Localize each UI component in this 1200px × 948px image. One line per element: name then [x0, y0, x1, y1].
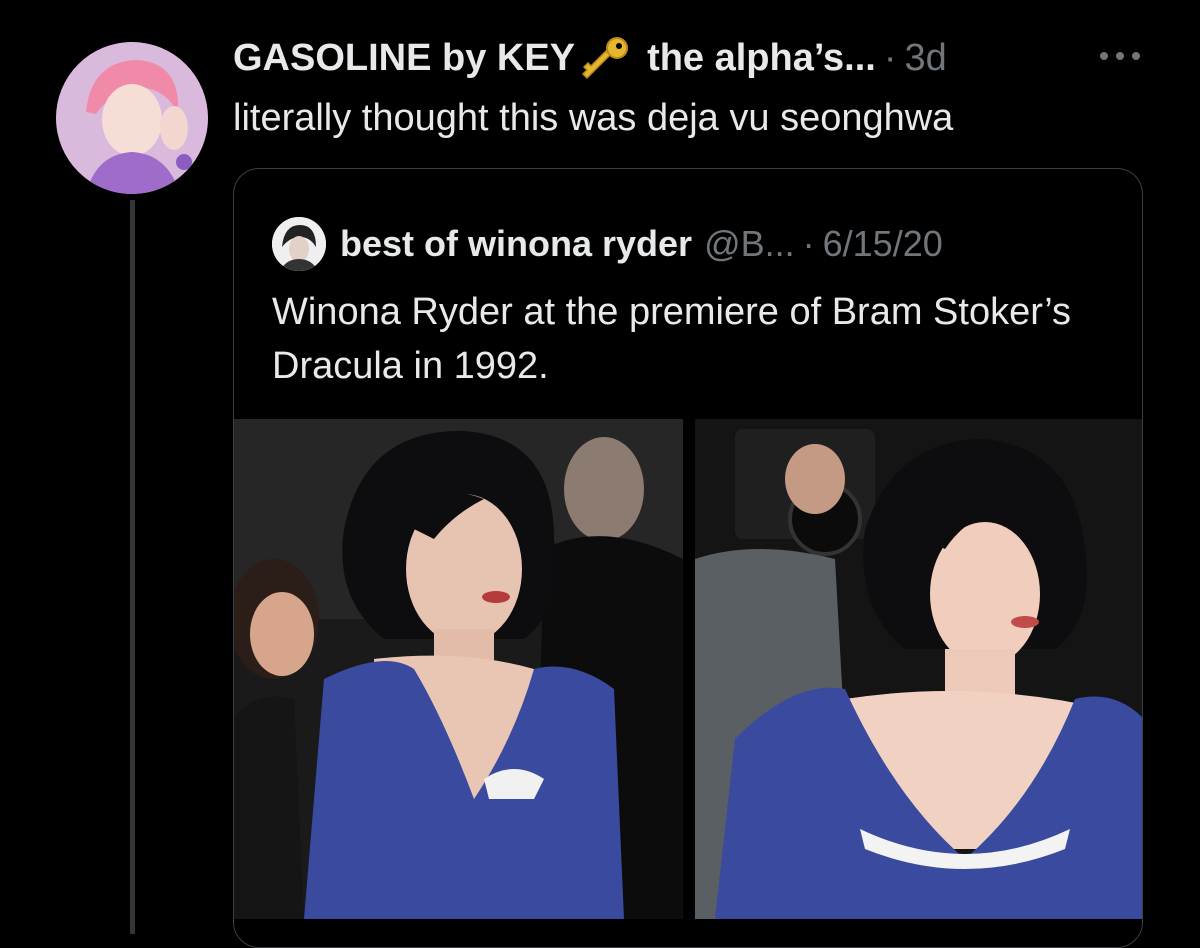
quoted-author-handle[interactable]: @B... — [704, 222, 795, 266]
quoted-tweet[interactable]: best of winona ryder @B... · 6/15/20 Win… — [233, 168, 1143, 948]
quoted-media-grid — [234, 419, 1142, 919]
tweet-text: literally thought this was deja vu seong… — [233, 97, 954, 139]
quoted-tweet-header: best of winona ryder @B... · 6/15/20 — [272, 217, 943, 271]
thread-line — [130, 200, 135, 934]
quoted-author-name[interactable]: best of winona ryder — [340, 222, 692, 266]
author-avatar[interactable] — [56, 42, 208, 194]
tweet-header: GASOLINE by KEY the alpha’s... · 3d — [233, 34, 947, 82]
quoted-tweet-text: Winona Ryder at the premiere of Bram Sto… — [272, 291, 1072, 387]
key-icon — [575, 34, 633, 82]
quoted-tweet-date[interactable]: 6/15/20 — [823, 222, 943, 266]
author-handle[interactable]: the alpha’s... — [647, 34, 876, 82]
author-name[interactable]: GASOLINE by KEY — [233, 34, 575, 82]
quoted-header-separator: · — [802, 223, 815, 264]
quoted-author-avatar[interactable] — [272, 217, 326, 271]
avatar-image — [56, 42, 208, 194]
quoted-photo-2[interactable] — [695, 419, 1142, 919]
more-icon[interactable] — [1098, 46, 1142, 66]
tweet-time[interactable]: 3d — [904, 34, 946, 82]
quoted-photo-1[interactable] — [234, 419, 683, 919]
header-separator: · — [883, 37, 897, 79]
